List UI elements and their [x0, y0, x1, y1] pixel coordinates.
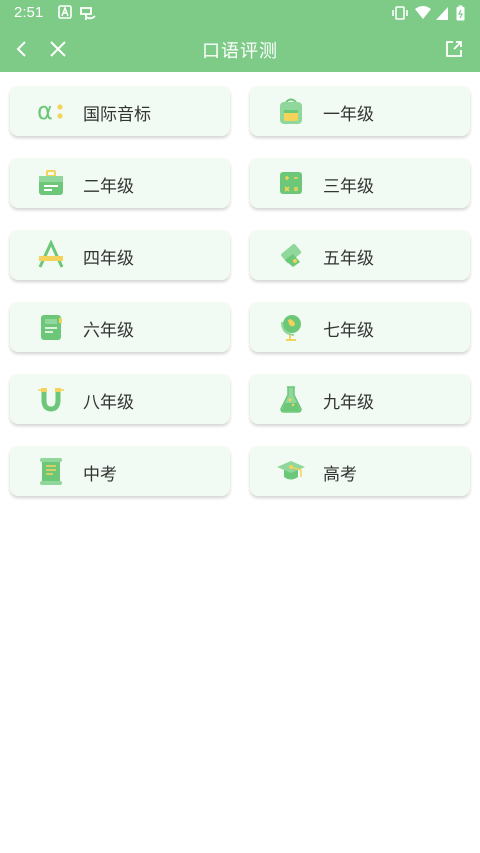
letter-a-icon	[36, 239, 66, 270]
category-label: 高考	[323, 465, 357, 485]
category-card-grade-4[interactable]: 四年级	[10, 230, 230, 280]
category-card-grade-6[interactable]: 六年级	[10, 302, 230, 352]
category-card-phonetics[interactable]: α 国际音标	[10, 86, 230, 136]
alpha-phonetic-icon: α	[36, 96, 66, 126]
category-label: 七年级	[323, 321, 374, 341]
briefcase-icon	[36, 168, 66, 198]
category-card-gaokao[interactable]: 高考	[250, 446, 470, 496]
category-label: 一年级	[323, 105, 374, 125]
category-card-grade-5[interactable]: 五年级	[250, 230, 470, 280]
notification-a-icon	[58, 5, 72, 23]
status-time: 2:51	[14, 4, 44, 21]
graduation-cap-icon	[276, 456, 306, 486]
svg-text:α: α	[37, 97, 53, 125]
category-label: 二年级	[83, 177, 134, 197]
eraser-icon	[276, 240, 306, 270]
category-label: 五年级	[323, 249, 374, 269]
category-label: 国际音标	[83, 105, 151, 125]
magnet-icon	[36, 384, 66, 414]
wifi-icon	[414, 5, 432, 25]
status-bar: 2:51	[0, 0, 480, 26]
category-label: 中考	[83, 465, 117, 485]
category-card-grade-8[interactable]: 八年级	[10, 374, 230, 424]
category-card-grade-2[interactable]: 二年级	[10, 158, 230, 208]
signal-icon	[435, 5, 449, 25]
notification-app-icon	[79, 5, 97, 25]
category-card-grade-9[interactable]: 九年级	[250, 374, 470, 424]
globe-icon	[276, 312, 306, 342]
notebook-icon	[36, 312, 66, 342]
category-label: 三年级	[323, 177, 374, 197]
category-label: 八年级	[83, 393, 134, 413]
category-card-grade-3[interactable]: 三年级	[250, 158, 470, 208]
page-title: 口语评测	[202, 41, 278, 62]
category-card-zhongkao[interactable]: 中考	[10, 446, 230, 496]
category-label: 九年级	[323, 393, 374, 413]
category-card-grade-1[interactable]: 一年级	[250, 86, 470, 136]
flask-icon	[276, 384, 306, 414]
app-bar: 口语评测	[0, 26, 480, 72]
scroll-icon	[36, 456, 66, 486]
calculator-icon	[276, 168, 306, 198]
share-icon	[446, 41, 462, 57]
category-card-grade-7[interactable]: 七年级	[250, 302, 470, 352]
category-label: 六年级	[83, 321, 134, 341]
share-button[interactable]	[440, 35, 468, 63]
vibrate-icon	[391, 5, 409, 25]
battery-icon	[456, 5, 465, 25]
backpack-icon	[276, 96, 306, 126]
category-label: 四年级	[83, 249, 134, 269]
